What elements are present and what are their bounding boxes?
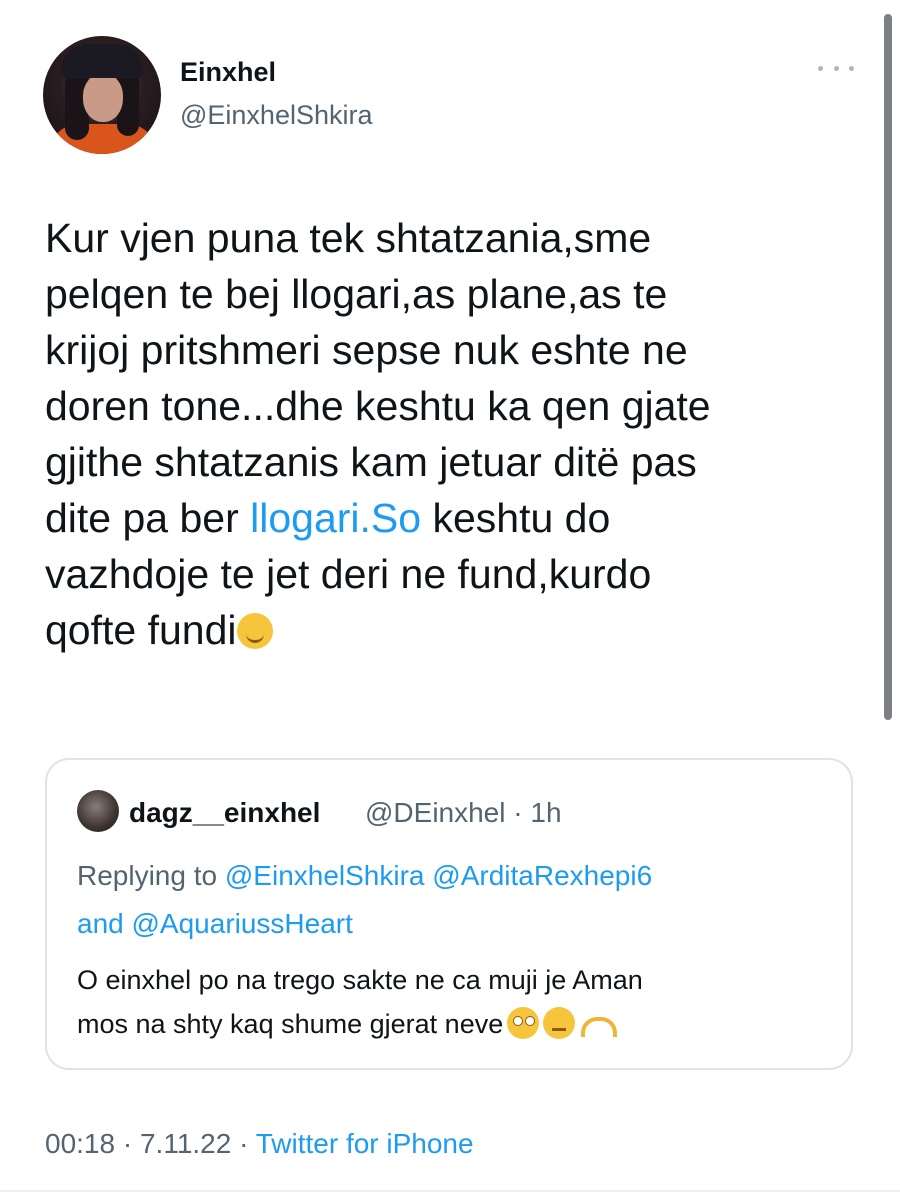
separator-dot: · bbox=[239, 1128, 249, 1159]
tweet-line: gjithe shtatzanis kam jetuar ditë pas bbox=[45, 439, 697, 485]
tweet-line-segment: qofte fundi bbox=[45, 607, 237, 653]
quoted-tweet-card[interactable]: dagz__einxhel @DEinxhel · 1h Replying to… bbox=[45, 758, 853, 1070]
quoted-time[interactable]: 1h bbox=[530, 797, 561, 828]
quoted-author-handle[interactable]: @DEinxhel bbox=[365, 797, 505, 828]
mention-link[interactable]: @EinxhelShkira bbox=[225, 860, 425, 891]
replying-label: Replying to bbox=[77, 860, 218, 891]
relieved-face-emoji-icon bbox=[236, 613, 273, 649]
tweet-date[interactable]: 7.11.22 bbox=[140, 1128, 231, 1159]
face-with-rolling-eyes-icon bbox=[507, 1007, 540, 1039]
author-handle[interactable]: @EinxhelShkira bbox=[180, 98, 373, 132]
tweet-text: Kur vjen puna tek shtatzania,sme pelqen … bbox=[45, 210, 845, 658]
replying-line: and @AquariussHeart bbox=[77, 900, 837, 948]
separator-dot: · bbox=[513, 797, 523, 828]
quoted-text-line: mos na shty kaq shume gjerat neve bbox=[77, 1002, 837, 1046]
more-options-icon[interactable] bbox=[818, 58, 854, 78]
mention-link[interactable]: @AquariussHeart bbox=[132, 908, 353, 939]
replying-to: Replying to @EinxhelShkira @ArditaRexhep… bbox=[77, 852, 837, 948]
separator-dot: · bbox=[122, 1128, 133, 1159]
tweet-line-segment: keshtu do bbox=[421, 495, 611, 541]
tweet-line: qofte fundi bbox=[45, 602, 845, 658]
tweet-line: Kur vjen puna tek shtatzania,sme bbox=[45, 215, 652, 261]
tweet-line: krijoj pritshmeri sepse nuk eshte ne bbox=[45, 327, 688, 373]
replying-and[interactable]: and bbox=[77, 908, 124, 939]
tweet-line-segment: dite pa ber bbox=[45, 495, 251, 541]
replying-line: Replying to @EinxhelShkira @ArditaRexhep… bbox=[77, 852, 837, 900]
neutral-face-icon bbox=[543, 1007, 576, 1039]
divider bbox=[0, 1190, 900, 1192]
author-avatar[interactable] bbox=[43, 36, 161, 154]
tweet-line: pelqen te bej llogari,as plane,as te bbox=[45, 271, 668, 317]
tweet-line: doren tone...dhe keshtu ka qen gjate bbox=[45, 383, 711, 429]
heart-hands-icon bbox=[579, 1007, 618, 1039]
quoted-author-display-name[interactable]: dagz__einxhel bbox=[129, 797, 320, 829]
tweet-time[interactable]: 00:18 bbox=[45, 1128, 115, 1159]
tweet-source-link[interactable]: Twitter for iPhone bbox=[256, 1128, 474, 1159]
quoted-tweet-text: O einxhel po na trego sakte ne ca muji j… bbox=[77, 958, 837, 1046]
scrollbar[interactable] bbox=[884, 14, 892, 720]
tweet-line: vazhdoje te jet deri ne fund,kurdo bbox=[45, 551, 652, 597]
tweet-line: dite pa ber llogari.So keshtu do bbox=[45, 490, 845, 546]
quoted-text-segment: mos na shty kaq shume gjerat neve bbox=[77, 1009, 504, 1039]
quoted-author-meta: @DEinxhel · 1h bbox=[365, 797, 562, 829]
tweet-meta: 00:18 · 7.11.22 · Twitter for iPhone bbox=[45, 1124, 474, 1164]
mention-link[interactable]: @ArditaRexhepi6 bbox=[432, 860, 652, 891]
quoted-author-avatar[interactable] bbox=[77, 790, 119, 832]
tweet-link[interactable]: llogari.So bbox=[250, 495, 421, 541]
author-display-name[interactable]: Einxhel bbox=[180, 55, 276, 89]
quoted-text-line: O einxhel po na trego sakte ne ca muji j… bbox=[77, 965, 643, 995]
